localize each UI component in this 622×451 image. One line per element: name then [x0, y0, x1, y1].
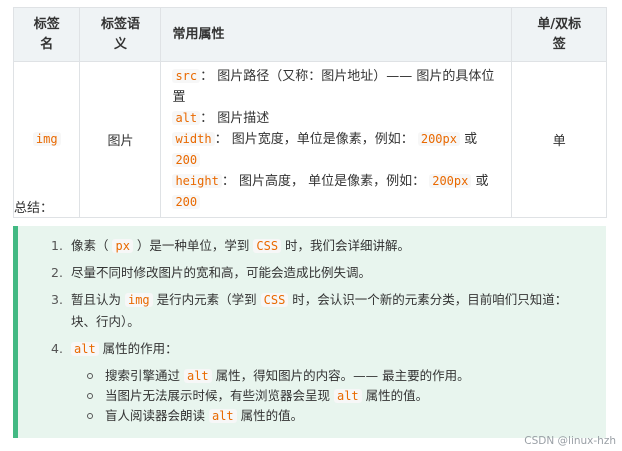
summary-label: 总结：	[14, 201, 54, 216]
attributes-table: 标签名 标签语义 常用属性 单/双标签 img 图片 src： 图片路径（又称：…	[12, 7, 607, 218]
attribute-line: 200	[172, 192, 505, 213]
inline-text: 是行内元素（学到	[152, 292, 261, 307]
attribute-line: width： 图片宽度，单位是像素，例如： 200px 或 200	[172, 129, 505, 171]
inline-code: 200	[172, 153, 201, 167]
inline-text: 或	[459, 132, 478, 147]
inline-text: 暂且认为	[71, 292, 125, 307]
tag-code: img	[32, 132, 61, 146]
header-single-double: 单/双标签	[511, 7, 607, 62]
inline-code: CSS	[260, 293, 289, 307]
cell-meaning: 图片	[79, 61, 162, 218]
attribute-line: height： 图片高度， 单位是像素，例如： 200px 或	[172, 171, 505, 192]
inline-code: 200px	[417, 132, 460, 146]
inline-text: ： 图片路径（又称：图片地址）—— 图片的具体位置	[172, 69, 495, 105]
attribute-line: src： 图片路径（又称：图片地址）—— 图片的具体位置	[172, 66, 505, 108]
inline-code: alt	[71, 342, 99, 356]
header-tag-name: 标签名	[12, 7, 81, 62]
inline-text: 时，会认识一个新的元素分类，目前咱们只知道：	[288, 292, 568, 307]
inline-text: 时，我们会详细讲解。	[281, 238, 411, 253]
inline-text: 属性的值。	[361, 388, 429, 403]
bullet-icon	[87, 413, 93, 419]
inline-code: alt	[333, 389, 362, 403]
inline-text: ： 图片描述	[200, 111, 270, 126]
inline-code: alt	[208, 409, 237, 423]
bullet-icon	[87, 393, 93, 399]
inline-code: px	[112, 239, 133, 253]
inline-code: src	[172, 69, 201, 83]
list-item: 当图片无法展示时候，有些浏览器会呈现 alt 属性的值。	[87, 386, 429, 406]
inline-text: 搜索引擎通过	[105, 368, 184, 383]
inline-text: 属性的值。	[236, 408, 304, 423]
cell-tag: img	[12, 61, 81, 218]
inline-text: 当图片无法展示时候，有些浏览器会呈现	[105, 388, 334, 403]
cell-type: 单	[511, 61, 607, 218]
inline-code: width	[172, 132, 215, 146]
inline-text: 像素（	[71, 238, 113, 253]
attribute-line: alt： 图片描述	[172, 108, 505, 129]
header-tag-meaning: 标签语义	[79, 7, 162, 62]
cell-attributes: src： 图片路径（又称：图片地址）—— 图片的具体位置 alt： 图片描述 wid…	[160, 61, 513, 218]
inline-code: CSS	[253, 239, 282, 253]
inline-text: ）是一种单位，学到	[132, 238, 254, 253]
inline-code: img	[124, 293, 153, 307]
bullet-icon	[87, 373, 93, 379]
inline-code: 200px	[429, 174, 472, 188]
table-row: img 图片 src： 图片路径（又称：图片地址）—— 图片的具体位置 alt： …	[12, 61, 607, 218]
summary-note-box: 1. 像素（ px ）是一种单位，学到 CSS 时，我们会详细讲解。 2. 尽量…	[13, 226, 606, 438]
inline-code: height	[172, 174, 222, 188]
inline-text: 或	[471, 174, 489, 189]
list-item: 盲人阅读器会朗读 alt 属性的值。	[87, 406, 304, 426]
inline-text: 属性，得知图片的内容。—— 最主要的作用。	[211, 368, 470, 383]
list-item: 搜索引擎通过 alt 属性，得知图片的内容。—— 最主要的作用。	[87, 366, 470, 386]
inline-text: ： 图片高度， 单位是像素，例如：	[221, 174, 430, 189]
inline-text: 尽量不同时修改图片的宽和高，可能会造成比例失调。	[71, 265, 372, 280]
table-header-row: 标签名 标签语义 常用属性 单/双标签	[12, 7, 607, 62]
header-common-attributes: 常用属性	[160, 7, 513, 62]
inline-code: alt	[183, 369, 212, 383]
watermark: CSDN @linux-hzh	[524, 435, 616, 447]
inline-text: ： 图片宽度，单位是像素，例如：	[214, 132, 418, 147]
inline-text: 属性的作用：	[98, 341, 178, 356]
inline-code: 200	[172, 195, 201, 209]
inline-code: alt	[172, 111, 201, 125]
inline-text: 盲人阅读器会朗读	[105, 408, 209, 423]
